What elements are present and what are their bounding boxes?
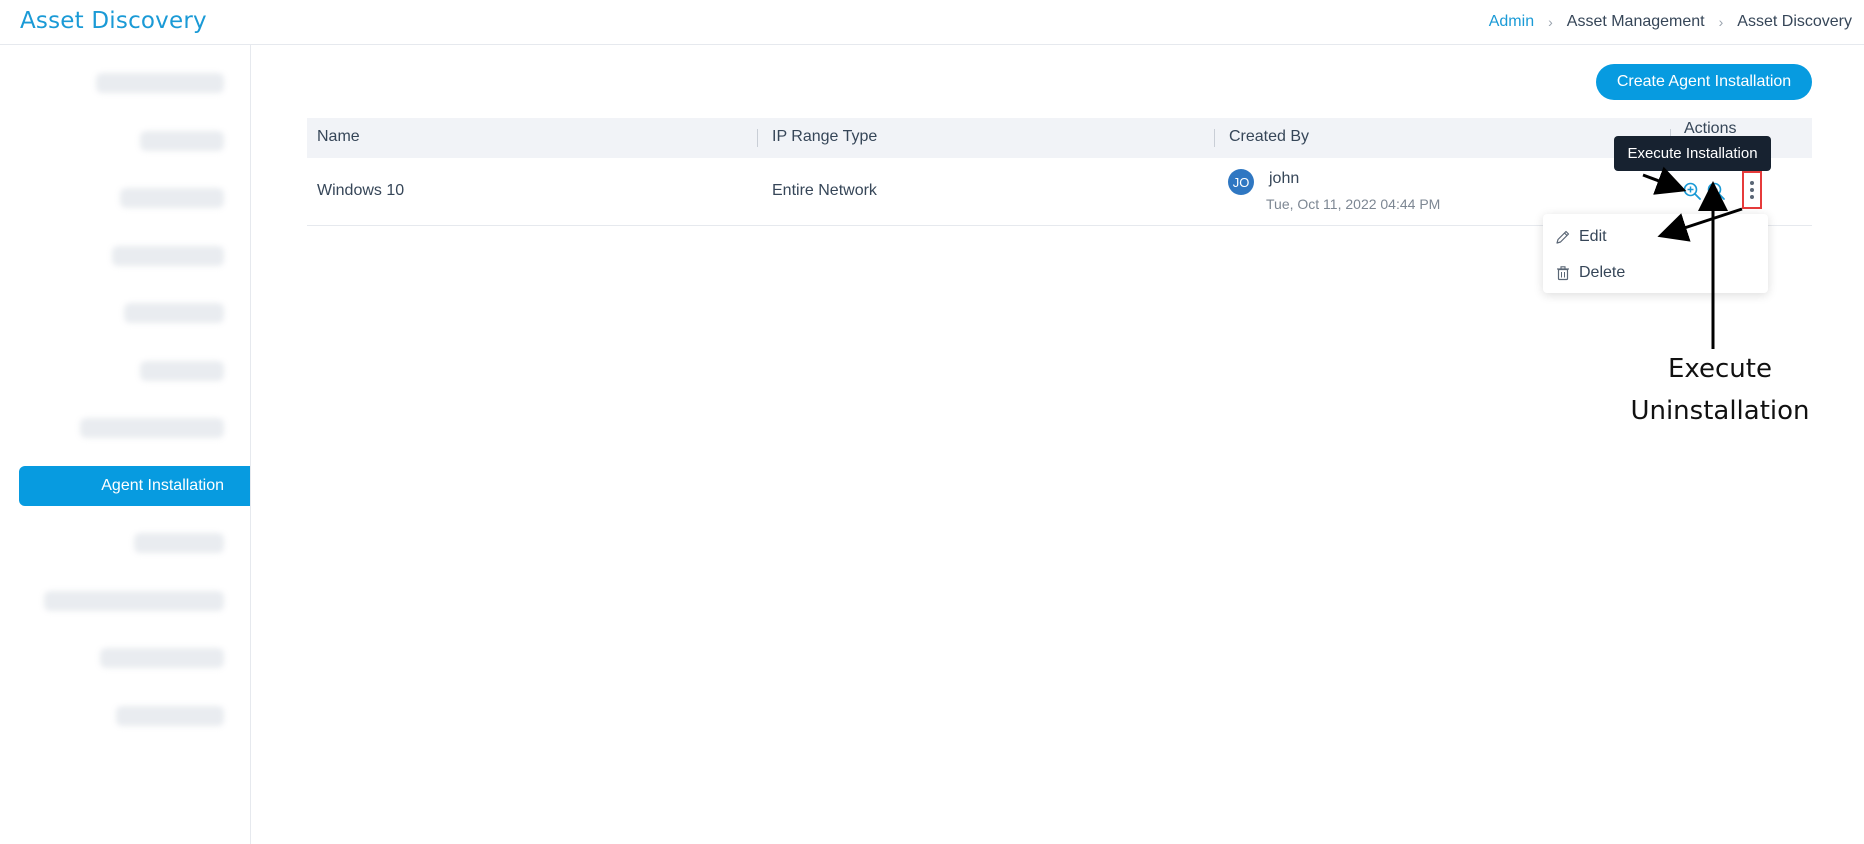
top-bar: Asset Discovery Admin › Asset Management…	[0, 0, 1864, 45]
sidebar-item-blurred[interactable]	[140, 131, 224, 151]
sidebar-item-blurred[interactable]	[120, 188, 224, 208]
row-actions-menu: Edit Delete	[1543, 214, 1768, 293]
sidebar-item-blurred[interactable]	[134, 533, 224, 553]
annotation-label-line1: Execute	[1668, 354, 1772, 384]
trash-icon	[1557, 266, 1569, 281]
zoom-in-icon[interactable]	[1682, 181, 1702, 201]
column-divider	[757, 129, 758, 147]
row-created-by-name: john	[1269, 170, 1300, 187]
sidebar-item-blurred[interactable]	[124, 303, 224, 323]
annotation-label-line2: Uninstallation	[1630, 396, 1810, 426]
sidebar-item-blurred[interactable]	[44, 591, 224, 611]
sidebar: Agent Installation	[0, 45, 251, 844]
menu-item-label: Delete	[1579, 264, 1626, 281]
table-header: Name IP Range Type Created By Actions	[307, 118, 1812, 158]
create-agent-installation-button[interactable]: Create Agent Installation	[1596, 64, 1812, 100]
column-header-ip-range-type[interactable]: IP Range Type	[772, 128, 877, 146]
row-ip-range-type: Entire Network	[772, 182, 877, 199]
sidebar-item-blurred[interactable]	[96, 73, 224, 93]
chevron-right-icon: ›	[1548, 14, 1553, 30]
row-name: Windows 10	[317, 182, 405, 199]
sidebar-item-agent-installation[interactable]: Agent Installation	[19, 466, 250, 506]
menu-item-edit[interactable]: Edit	[1555, 223, 1755, 251]
sidebar-item-blurred[interactable]	[100, 648, 224, 668]
sidebar-item-blurred[interactable]	[116, 706, 224, 726]
breadcrumb-asset-discovery: Asset Discovery	[1737, 13, 1852, 30]
breadcrumb-admin[interactable]: Admin	[1489, 13, 1534, 31]
sidebar-item-blurred[interactable]	[140, 361, 224, 381]
row-created-on: Tue, Oct 11, 2022 04:44 PM	[1266, 196, 1441, 212]
sidebar-item-blurred[interactable]	[112, 246, 224, 266]
menu-item-delete[interactable]: Delete	[1555, 259, 1755, 287]
page-title: Asset Discovery	[20, 8, 207, 34]
agent-installation-table: Name IP Range Type Created By Actions Wi…	[307, 118, 1812, 226]
sidebar-item-label: Agent Installation	[101, 477, 224, 494]
sidebar-item-blurred[interactable]	[80, 418, 224, 438]
pencil-icon	[1556, 230, 1570, 244]
chevron-right-icon: ›	[1718, 14, 1724, 30]
execute-installation-tooltip: Execute Installation	[1614, 136, 1771, 171]
column-divider	[1214, 129, 1215, 147]
breadcrumb-asset-management[interactable]: Asset Management	[1567, 13, 1705, 31]
column-header-created-by[interactable]: Created By	[1229, 128, 1309, 146]
menu-item-label: Edit	[1579, 228, 1607, 245]
zoom-out-icon[interactable]	[1706, 181, 1726, 201]
kebab-menu-icon[interactable]	[1742, 171, 1762, 209]
avatar: JO	[1228, 169, 1254, 195]
breadcrumb: Admin › Asset Management › Asset Discove…	[1489, 13, 1852, 31]
column-header-name[interactable]: Name	[317, 128, 360, 146]
